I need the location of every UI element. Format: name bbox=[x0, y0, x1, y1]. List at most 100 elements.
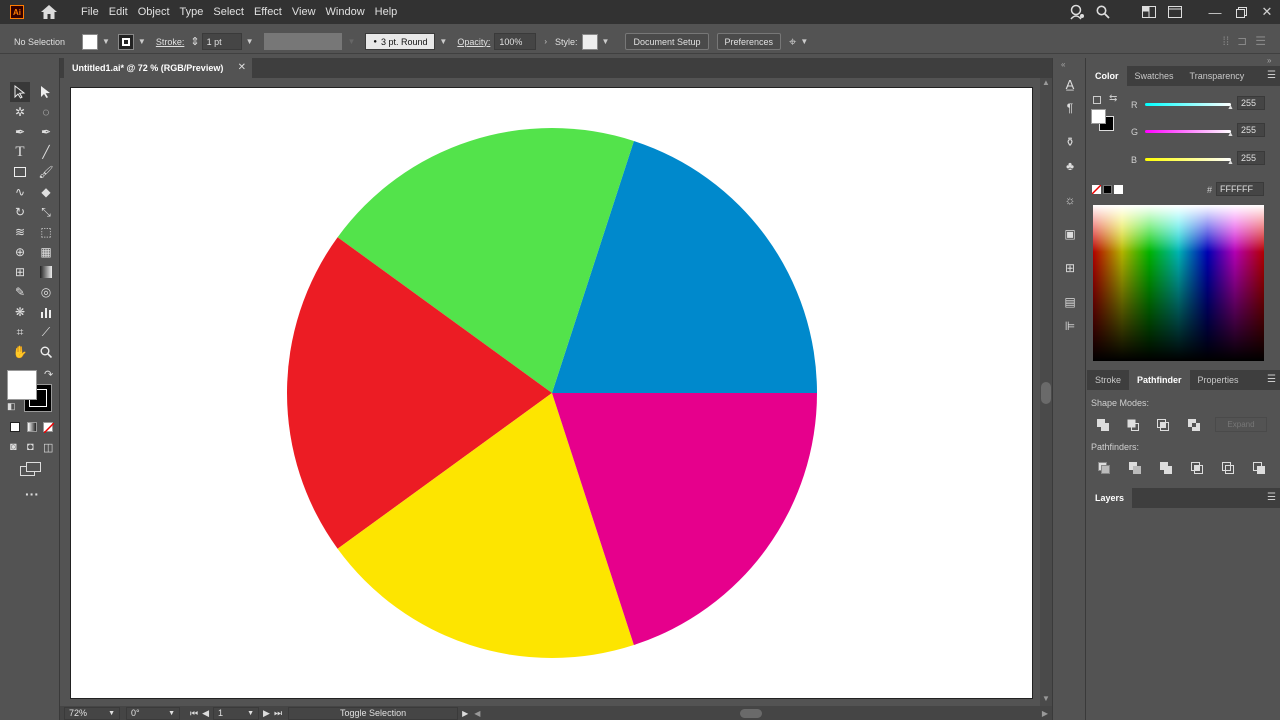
r-slider-handle[interactable]: ▲ bbox=[1227, 104, 1234, 111]
menu-edit[interactable]: Edit bbox=[104, 0, 133, 24]
fill-color-swatch-front[interactable] bbox=[7, 370, 37, 400]
stroke-weight-field[interactable]: 1 pt bbox=[201, 33, 242, 50]
menu-select[interactable]: Select bbox=[208, 0, 249, 24]
none-mode-icon[interactable] bbox=[43, 422, 54, 433]
last-artboard-icon[interactable]: ⏭ bbox=[274, 708, 282, 719]
curvature-tool-icon[interactable]: ✒ bbox=[36, 122, 56, 142]
black-color-chip[interactable] bbox=[1103, 185, 1112, 194]
swap-colors-icon[interactable]: ↷ bbox=[44, 368, 53, 381]
close-icon[interactable]: ✕ bbox=[1254, 0, 1280, 24]
stroke-swatch[interactable] bbox=[117, 33, 134, 50]
line-tool-icon[interactable]: ╱ bbox=[36, 142, 56, 162]
eyedropper-tool-icon[interactable]: ✎ bbox=[10, 282, 30, 302]
stroke-weight-stepper[interactable]: ⇕ bbox=[190, 35, 199, 48]
trim-icon[interactable] bbox=[1129, 462, 1141, 477]
expand-panels-icon[interactable]: « bbox=[1061, 60, 1065, 69]
type-tool-icon[interactable]: T bbox=[10, 142, 30, 162]
stroke-label[interactable]: Stroke: bbox=[156, 37, 185, 47]
restore-icon[interactable] bbox=[1228, 0, 1254, 24]
paragraph-panel-icon[interactable]: ¶ bbox=[1062, 100, 1078, 116]
scale-tool-icon[interactable]: ⤡ bbox=[36, 202, 56, 222]
lasso-tool-icon[interactable]: ◌ bbox=[36, 102, 56, 122]
g-value-field[interactable]: 255 bbox=[1237, 123, 1265, 137]
rectangle-tool-icon[interactable] bbox=[10, 162, 30, 182]
rotate-view-field[interactable]: 0° ▼ bbox=[126, 706, 180, 720]
draw-normal-icon[interactable]: ◙ bbox=[10, 441, 17, 453]
graphic-styles-panel-icon[interactable]: ☼ bbox=[1062, 192, 1078, 208]
zoom-field[interactable]: 72% ▼ bbox=[64, 706, 120, 720]
brush-dropdown-icon[interactable]: ▼ bbox=[439, 37, 447, 46]
hex-value-field[interactable]: FFFFFF bbox=[1216, 182, 1264, 196]
warp-tool-icon[interactable]: ≋ bbox=[10, 222, 30, 242]
intersect-icon[interactable] bbox=[1157, 419, 1169, 434]
gradient-panel-icon[interactable]: ▤ bbox=[1062, 294, 1078, 310]
vertical-scroll-thumb[interactable] bbox=[1041, 382, 1051, 404]
column-graph-tool-icon[interactable] bbox=[36, 302, 56, 322]
menu-type[interactable]: Type bbox=[175, 0, 209, 24]
g-slider-handle[interactable]: ▲ bbox=[1227, 131, 1234, 138]
menu-view[interactable]: View bbox=[287, 0, 321, 24]
variable-width-profile[interactable] bbox=[263, 33, 342, 50]
discover-icon[interactable] bbox=[1064, 0, 1090, 24]
preferences-button[interactable]: Preferences bbox=[716, 33, 782, 50]
first-artboard-icon[interactable]: ⏮ bbox=[190, 708, 198, 719]
color-mode-icon[interactable] bbox=[10, 422, 20, 432]
fill-dropdown-icon[interactable]: ▼ bbox=[102, 37, 110, 46]
brushes-panel-icon[interactable]: ⚱ bbox=[1062, 134, 1078, 150]
pathfinder-panel-menu-icon[interactable]: ☰ bbox=[1267, 370, 1276, 390]
tab-stroke[interactable]: Stroke bbox=[1087, 370, 1129, 390]
none-color-icon[interactable] bbox=[1092, 185, 1101, 194]
style-swatch[interactable] bbox=[581, 33, 598, 50]
expand-button[interactable]: Expand bbox=[1215, 417, 1267, 432]
scroll-up-icon[interactable]: ▲ bbox=[1042, 78, 1050, 87]
profile-dropdown-icon[interactable]: ▼ bbox=[348, 37, 356, 46]
screen-mode-icon[interactable] bbox=[20, 462, 42, 479]
gradient-tool-icon[interactable] bbox=[36, 262, 56, 282]
workspace-icon[interactable] bbox=[1162, 0, 1188, 24]
draw-behind-icon[interactable]: ◘ bbox=[27, 441, 34, 453]
scroll-down-icon[interactable]: ▼ bbox=[1042, 694, 1050, 703]
document-tab[interactable]: Untitled1.ai* @ 72 % (RGB/Preview) ✕ bbox=[64, 58, 252, 78]
panel-menu-icon[interactable]: ☰ bbox=[1255, 34, 1266, 48]
character-panel-icon[interactable]: A̲ bbox=[1062, 76, 1078, 92]
outline-icon[interactable] bbox=[1222, 462, 1234, 477]
symbol-sprayer-tool-icon[interactable]: ❋ bbox=[10, 302, 30, 322]
perspective-grid-tool-icon[interactable]: ▦ bbox=[36, 242, 56, 262]
tab-pathfinder[interactable]: Pathfinder bbox=[1129, 370, 1190, 390]
minimize-icon[interactable]: — bbox=[1202, 0, 1228, 24]
exclude-icon[interactable] bbox=[1188, 419, 1200, 434]
r-value-field[interactable]: 255 bbox=[1237, 96, 1265, 110]
status-mode-field[interactable]: Toggle Selection bbox=[288, 706, 459, 720]
pen-tool-icon[interactable]: ✒ bbox=[10, 122, 30, 142]
vertical-scrollbar[interactable]: ▲ ▼ bbox=[1040, 78, 1052, 706]
eraser-tool-icon[interactable]: ◆ bbox=[36, 182, 56, 202]
default-colors-icon[interactable]: ◧ bbox=[7, 401, 16, 412]
stroke-weight-dropdown-icon[interactable]: ▼ bbox=[246, 37, 254, 46]
hand-tool-icon[interactable]: ✋ bbox=[10, 342, 30, 362]
brush-definition-field[interactable]: ● 3 pt. Round bbox=[365, 33, 436, 50]
artboard[interactable] bbox=[70, 87, 1033, 699]
crop-icon[interactable] bbox=[1191, 462, 1203, 477]
search-icon[interactable] bbox=[1090, 0, 1116, 24]
layers-panel-menu-icon[interactable]: ☰ bbox=[1267, 488, 1276, 508]
artboard-tool-icon[interactable]: ⌗ bbox=[10, 322, 30, 342]
b-slider[interactable] bbox=[1145, 158, 1231, 161]
tab-properties[interactable]: Properties bbox=[1190, 370, 1247, 390]
scroll-left-icon[interactable]: ◀ bbox=[474, 709, 480, 718]
menu-effect[interactable]: Effect bbox=[249, 0, 287, 24]
minus-front-icon[interactable] bbox=[1127, 419, 1139, 434]
next-artboard-icon[interactable]: ▶ bbox=[263, 708, 270, 719]
menu-window[interactable]: Window bbox=[321, 0, 370, 24]
color-panel-menu-icon[interactable]: ☰ bbox=[1267, 66, 1276, 86]
scroll-right-icon[interactable]: ▶ bbox=[1042, 709, 1048, 718]
magic-wand-tool-icon[interactable]: ✲ bbox=[10, 102, 30, 122]
shape-builder-tool-icon[interactable]: ⊕ bbox=[10, 242, 30, 262]
previous-artboard-icon[interactable]: ◀ bbox=[202, 708, 209, 719]
menu-file[interactable]: File bbox=[76, 0, 104, 24]
menu-object[interactable]: Object bbox=[133, 0, 175, 24]
tab-transparency[interactable]: Transparency bbox=[1182, 66, 1253, 86]
b-value-field[interactable]: 255 bbox=[1237, 151, 1265, 165]
transform-panel-icon[interactable]: ⊞ bbox=[1062, 260, 1078, 276]
menu-help[interactable]: Help bbox=[370, 0, 403, 24]
close-tab-icon[interactable]: ✕ bbox=[238, 62, 246, 73]
